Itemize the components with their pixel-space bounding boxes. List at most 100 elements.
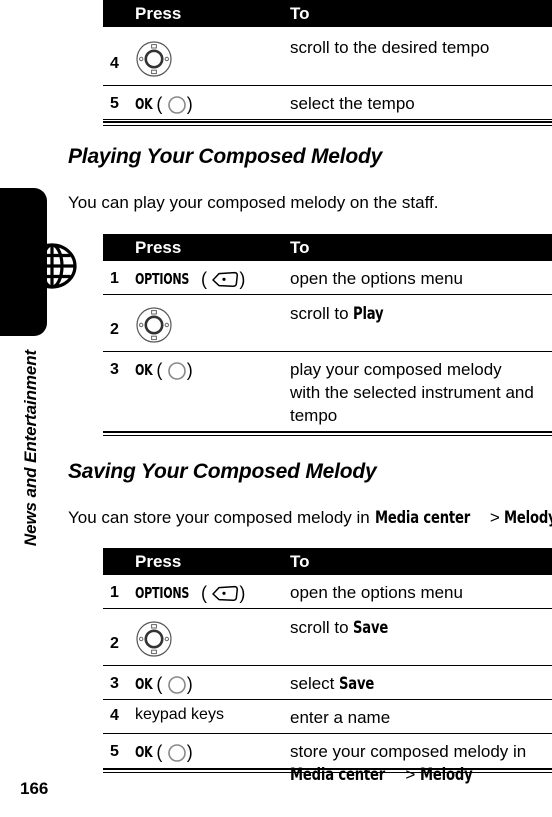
to-cell: store your composed melody in Media cent… xyxy=(290,740,542,787)
paren-open: ( xyxy=(156,94,163,114)
table-saving: Press To 1 OPTIONS ( ) open the options m… xyxy=(103,548,552,790)
press-cell: OK( ) xyxy=(135,360,193,381)
menu-name-melody: Melody xyxy=(504,508,552,528)
ok-key-label: OK xyxy=(135,361,153,379)
section-intro-saving: You can store your composed melody in Me… xyxy=(68,508,552,528)
column-header-press: Press xyxy=(135,552,182,571)
table-row: 3 OK( ) play your composed melody with t… xyxy=(103,352,552,431)
press-cell: OK( ) xyxy=(135,742,193,763)
chapter-label: News and Entertainment xyxy=(21,349,40,547)
ok-key-label: OK xyxy=(135,675,153,693)
ok-center-key-icon xyxy=(167,743,187,763)
paren-open: ( xyxy=(200,269,207,289)
step-number: 4 xyxy=(110,55,119,72)
column-header-to: To xyxy=(290,238,310,257)
ok-center-key-icon xyxy=(167,361,187,381)
ok-center-key-icon xyxy=(167,95,187,115)
paren-close: ) xyxy=(239,583,246,603)
paren-close: ) xyxy=(186,674,193,694)
press-cell xyxy=(135,620,173,658)
table-tempo: Press To 4 scroll to the desired tempo 5… xyxy=(103,0,552,120)
to-text: select xyxy=(290,674,340,693)
press-cell: OK( ) xyxy=(135,674,193,695)
to-text: store your composed melody in xyxy=(290,742,527,761)
ok-center-key-icon xyxy=(167,675,187,695)
globe-icon xyxy=(26,240,78,292)
step-number: 5 xyxy=(110,95,119,112)
section-heading-playing: Playing Your Composed Melody xyxy=(68,145,383,168)
section-heading-saving: Saving Your Composed Melody xyxy=(68,460,377,483)
column-header-press: Press xyxy=(135,4,182,23)
ok-key-label: OK xyxy=(135,95,153,113)
step-number: 2 xyxy=(110,635,119,652)
step-number: 3 xyxy=(110,675,119,692)
table-row: 2 scroll to Play xyxy=(103,295,552,352)
to-text: scroll to xyxy=(290,304,354,323)
to-cell: enter a name xyxy=(290,708,391,727)
options-key-label: OPTIONS xyxy=(135,270,190,288)
table-row: 4 scroll to the desired tempo xyxy=(103,27,552,86)
column-header-press: Press xyxy=(135,238,182,257)
paren-close: ) xyxy=(186,742,193,762)
to-cell: select Save xyxy=(290,672,548,696)
table-playing: Press To 1 OPTIONS ( ) open the options m… xyxy=(103,234,552,431)
table-bottom-rule xyxy=(103,121,552,126)
table-row: 1 OPTIONS ( ) open the options menu xyxy=(103,261,552,295)
to-cell: scroll to Play xyxy=(290,302,548,326)
table-row: 4 keypad keys enter a name xyxy=(103,700,552,734)
press-cell xyxy=(135,306,173,344)
left-soft-key-icon xyxy=(211,271,239,288)
to-cell: select the tempo xyxy=(290,94,415,113)
to-text: scroll to xyxy=(290,618,354,637)
table-row: 3 OK( ) select Save xyxy=(103,666,552,700)
table-bottom-rule xyxy=(103,431,552,436)
paren-open: ( xyxy=(200,583,207,603)
step-number: 3 xyxy=(110,361,119,378)
column-header-to: To xyxy=(290,4,310,23)
table-header-row: Press To xyxy=(103,234,552,261)
menu-name-media-center: Media center xyxy=(374,508,470,528)
navigation-key-icon xyxy=(135,306,173,344)
menu-name: Save xyxy=(353,618,389,638)
table-row: 5 OK( ) select the tempo xyxy=(103,86,552,120)
table-bottom-rule xyxy=(103,768,552,773)
to-cell: play your composed melody with the selec… xyxy=(290,360,534,425)
options-key-label: OPTIONS xyxy=(135,584,190,602)
paren-close: ) xyxy=(239,269,246,289)
to-cell: open the options menu xyxy=(290,269,463,288)
column-header-to: To xyxy=(290,552,310,571)
page-number: 166 xyxy=(20,779,49,798)
step-number: 1 xyxy=(110,584,119,601)
paren-open: ( xyxy=(156,360,163,380)
table-header-row: Press To xyxy=(103,548,552,575)
step-number: 4 xyxy=(110,707,119,724)
navigation-key-icon xyxy=(135,620,173,658)
table-row: 2 scroll to Save xyxy=(103,609,552,666)
press-cell xyxy=(135,40,173,78)
table-row: 5 OK( ) store your composed melody in Me… xyxy=(103,734,552,790)
section-intro-playing: You can play your composed melody on the… xyxy=(68,193,439,212)
press-cell: keypad keys xyxy=(135,706,224,723)
to-cell: scroll to the desired tempo xyxy=(290,38,490,57)
to-cell: scroll to Save xyxy=(290,616,548,640)
table-header-row: Press To xyxy=(103,0,552,27)
press-cell: OPTIONS ( ) xyxy=(135,269,245,290)
step-number: 2 xyxy=(110,321,119,338)
paren-close: ) xyxy=(186,94,193,114)
navigation-key-icon xyxy=(135,40,173,78)
paren-open: ( xyxy=(156,674,163,694)
table-row: 1 OPTIONS ( ) open the options menu xyxy=(103,575,552,609)
intro-separator: > xyxy=(485,508,505,527)
menu-name: Play xyxy=(353,304,384,324)
step-number: 1 xyxy=(110,270,119,287)
to-cell: open the options menu xyxy=(290,583,463,602)
ok-key-label: OK xyxy=(135,743,153,761)
paren-close: ) xyxy=(186,360,193,380)
press-cell: OK( ) xyxy=(135,94,193,115)
left-soft-key-icon xyxy=(211,585,239,602)
press-cell: OPTIONS ( ) xyxy=(135,583,245,604)
intro-text: You can store your composed melody in xyxy=(68,508,375,527)
paren-open: ( xyxy=(156,742,163,762)
step-number: 5 xyxy=(110,743,119,760)
menu-name: Save xyxy=(339,674,375,694)
